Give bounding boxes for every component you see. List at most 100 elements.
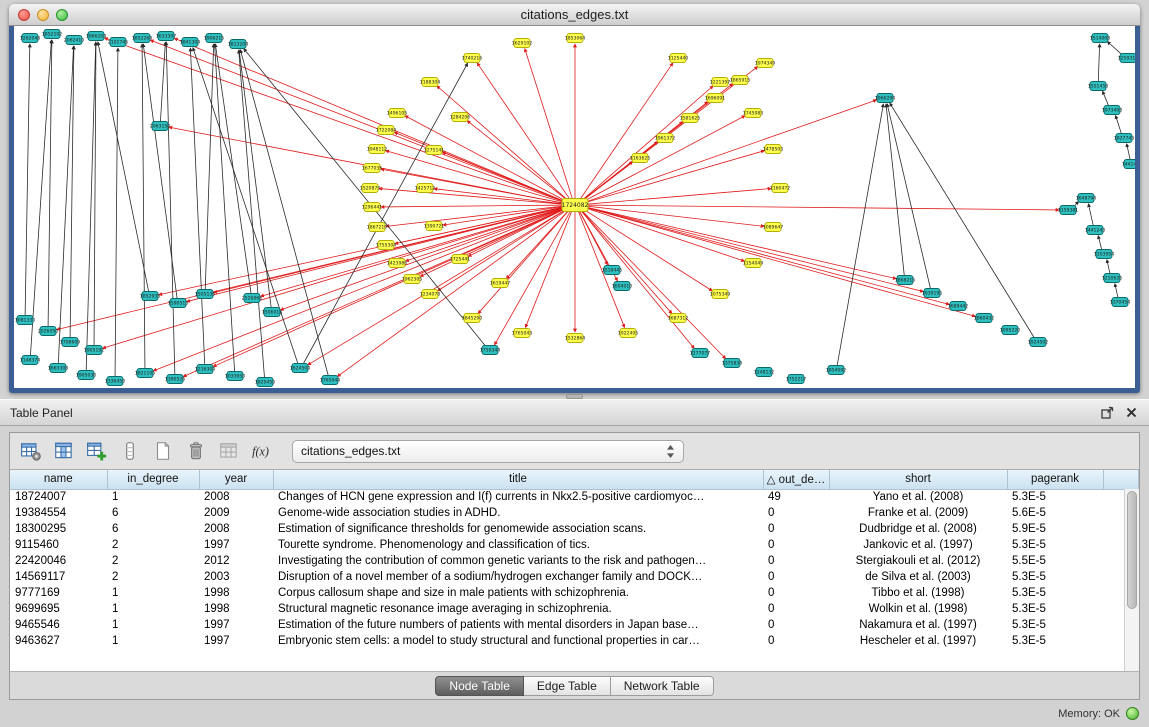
graph-node[interactable]: 1708609 [60, 338, 81, 347]
graph-node[interactable]: 1962305 [402, 275, 423, 284]
cell-in_degree[interactable]: 1 [107, 489, 199, 505]
graph-node[interactable]: 1961372 [655, 134, 676, 143]
cell-in_degree[interactable]: 1 [107, 601, 199, 617]
cell-out_degree[interactable]: 49 [763, 489, 829, 505]
table-scrollbar[interactable] [1124, 489, 1139, 671]
graph-node[interactable]: 1441433 [1122, 160, 1135, 169]
cell-out_degree[interactable]: 0 [763, 601, 829, 617]
graph-node[interactable]: 1905030 [76, 371, 97, 380]
graph-edge[interactable] [581, 206, 923, 292]
cell-out_degree[interactable]: 0 [763, 553, 829, 569]
graph-edge[interactable] [303, 63, 468, 364]
graph-node[interactable]: 1159381 [1058, 206, 1079, 215]
graph-edge[interactable] [25, 44, 30, 316]
graph-edge[interactable] [142, 44, 145, 369]
cell-short[interactable]: Dudbridge et al. (2008) [829, 521, 1007, 537]
graph-node[interactable]: 1277077 [690, 349, 711, 358]
cell-pagerank[interactable]: 5.3E-5 [1007, 569, 1103, 585]
cell-name[interactable]: 9777169 [10, 585, 107, 601]
graph-node[interactable]: 1496105 [387, 109, 408, 118]
cell-out_degree[interactable]: 0 [763, 617, 829, 633]
graph-node[interactable]: 1852933 [140, 292, 161, 301]
graph-edge[interactable] [581, 205, 1059, 210]
graph-node[interactable]: 1604010 [612, 282, 633, 291]
cell-out_degree[interactable]: 0 [763, 521, 829, 537]
graph-edge[interactable] [1116, 116, 1122, 135]
graph-edge[interactable] [143, 44, 177, 299]
column-header-title[interactable]: title [273, 470, 763, 489]
cell-short[interactable]: Wolkin et al. (1998) [829, 601, 1007, 617]
cell-pagerank[interactable]: 5.3E-5 [1007, 585, 1103, 601]
graph-edge[interactable] [205, 44, 213, 290]
graph-edge[interactable] [190, 48, 204, 365]
graph-node[interactable]: 1514008 [1090, 34, 1111, 43]
graph-node[interactable]: 1163625 [630, 154, 651, 163]
cell-name[interactable]: 14569117 [10, 569, 107, 585]
cell-pagerank[interactable]: 5.6E-5 [1007, 505, 1103, 521]
graph-edge[interactable] [1115, 284, 1118, 299]
cell-short[interactable]: Franke et al. (2009) [829, 505, 1007, 521]
graph-node[interactable]: 1160472 [770, 184, 791, 193]
table-row[interactable]: 1872400712008Changes of HCN gene express… [10, 489, 1139, 505]
graph-node[interactable]: 1033950 [225, 372, 246, 381]
graph-node[interactable]: 1221397 [710, 78, 731, 87]
cell-year[interactable]: 2008 [199, 521, 273, 537]
graph-node[interactable]: 1423986 [387, 259, 408, 268]
graph-node[interactable]: 1103954 [1094, 250, 1115, 259]
cell-name[interactable]: 18724007 [10, 489, 107, 505]
graph-node[interactable]: 1821105 [135, 369, 156, 378]
table-row[interactable]: 1830029562008Estimation of significance … [10, 521, 1139, 537]
cell-name[interactable]: 19384554 [10, 505, 107, 521]
cell-year[interactable]: 2003 [199, 569, 273, 585]
cell-title[interactable]: Estimation of significance thresholds fo… [273, 521, 763, 537]
graph-node[interactable]: 1216304 [195, 365, 216, 374]
graph-node[interactable]: 1590513 [168, 299, 189, 308]
cell-pagerank[interactable]: 5.5E-5 [1007, 553, 1103, 569]
graph-node[interactable]: 2062410 [64, 36, 85, 45]
graph-node[interactable]: 1845290 [462, 314, 483, 323]
cell-pagerank[interactable]: 5.3E-5 [1007, 537, 1103, 553]
table-options-icon[interactable] [18, 438, 44, 464]
cell-title[interactable]: Genome-wide association studies in ADHD. [273, 505, 763, 521]
cell-name[interactable]: 9115460 [10, 537, 107, 553]
graph-edge[interactable] [183, 207, 569, 377]
graph-edge[interactable] [166, 42, 175, 375]
graph-node[interactable]: 1390721 [424, 222, 445, 231]
tab-node-table[interactable]: Node Table [435, 676, 524, 696]
graph-node[interactable]: 1905192 [84, 346, 105, 355]
graph-node[interactable]: 1725441 [450, 255, 471, 264]
graph-node[interactable]: 1284206 [450, 113, 471, 122]
graph-edge[interactable] [153, 206, 569, 370]
graph-node[interactable]: 1852264 [132, 34, 153, 43]
cell-out_degree[interactable]: 0 [763, 633, 829, 649]
graph-node[interactable]: 1188304 [420, 78, 441, 87]
network-canvas[interactable]: 1724082185306416291021740216118830414961… [14, 26, 1135, 388]
delete-table-icon[interactable] [183, 438, 209, 464]
minimize-window-icon[interactable] [37, 9, 49, 21]
table-row[interactable]: 2242004622012Investigating the contribut… [10, 553, 1139, 569]
graph-node[interactable]: 1089647 [763, 223, 784, 232]
graph-node[interactable]: 1865915 [730, 76, 751, 85]
graph-edge[interactable] [70, 46, 74, 338]
cell-title[interactable]: Estimation of the future numbers of pati… [273, 617, 763, 633]
graph-node[interactable]: 1827743 [1114, 134, 1135, 143]
graph-edge[interactable] [837, 104, 883, 366]
cell-pagerank[interactable]: 5.3E-5 [1007, 633, 1103, 649]
cell-out_degree[interactable]: 0 [763, 585, 829, 601]
cell-out_degree[interactable]: 0 [763, 537, 829, 553]
graph-edge[interactable] [580, 116, 745, 203]
graph-node[interactable]: 1868216 [895, 276, 916, 285]
close-panel-icon[interactable] [1126, 407, 1137, 418]
close-window-icon[interactable] [18, 9, 30, 21]
graph-node[interactable]: 1619447 [490, 279, 511, 288]
graph-node[interactable]: 1506013 [262, 308, 283, 317]
graph-edge[interactable] [381, 205, 569, 207]
graph-node[interactable]: 1689442 [948, 302, 969, 311]
graph-node[interactable]: 1860432 [974, 314, 995, 323]
graph-node[interactable]: 1722084 [376, 126, 397, 135]
cell-in_degree[interactable]: 1 [107, 585, 199, 601]
table-row[interactable]: 969969511998Structural magnetic resonanc… [10, 601, 1139, 617]
cell-name[interactable]: 9465546 [10, 617, 107, 633]
cell-title[interactable]: Investigating the contribution of common… [273, 553, 763, 569]
graph-edge[interactable] [215, 44, 235, 372]
